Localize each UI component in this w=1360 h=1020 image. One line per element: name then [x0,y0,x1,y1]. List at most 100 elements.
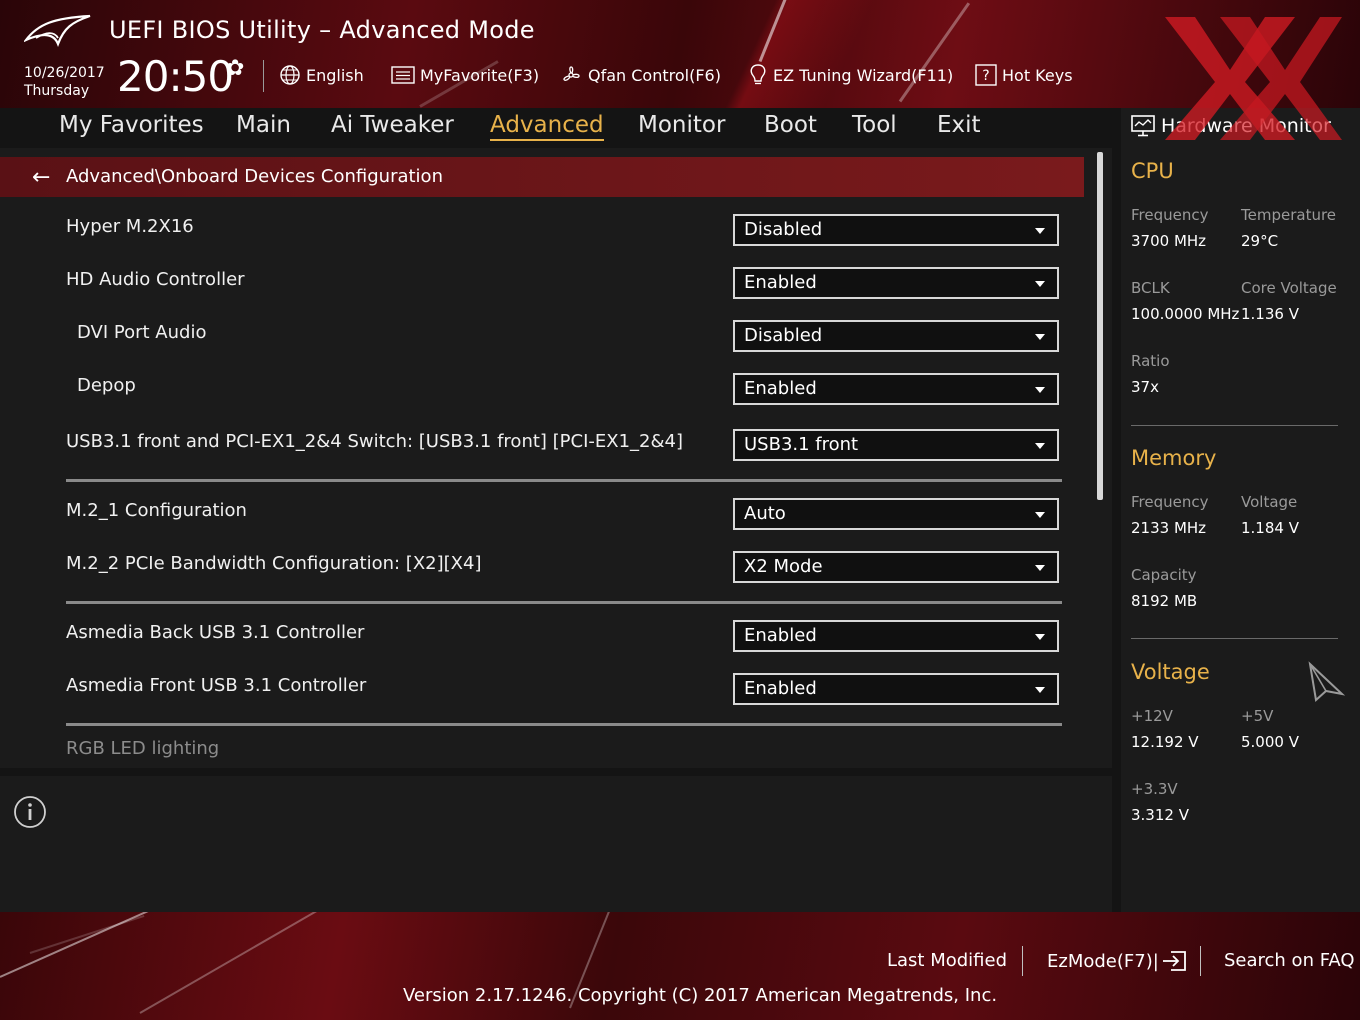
back-arrow-icon[interactable]: ← [32,165,50,190]
cpu-temperature-label: Temperature [1241,206,1337,224]
dropdown-asmedia-back-usb[interactable]: Enabled [733,620,1059,652]
voltage-heading: Voltage [1131,660,1210,684]
chevron-down-icon [1035,281,1045,287]
v12-label: +12V [1131,707,1173,725]
ezmode-label: EzMode(F7)| [1047,950,1159,972]
language-button[interactable]: English [279,62,364,88]
bclk-value: 100.0000 MHz [1131,305,1240,323]
dropdown-value: Enabled [744,625,817,646]
chevron-down-icon [1035,334,1045,340]
language-label: English [306,65,364,85]
dropdown-value: Enabled [744,678,817,699]
dropdown-value: Disabled [744,325,823,346]
chevron-down-icon [1035,387,1045,393]
dropdown-m2-1-config[interactable]: Auto [733,498,1059,530]
ez-tuning-button[interactable]: EZ Tuning Wizard(F11) [748,62,953,88]
hw-divider [1131,425,1338,426]
qfan-label: Qfan Control(F6) [588,65,721,85]
search-faq-button[interactable]: Search on FAQ [1224,950,1355,971]
section-divider [66,723,1062,726]
gear-icon[interactable]: ✿ [226,56,244,81]
weekday-text: Thursday [24,83,90,99]
svg-text:?: ? [982,68,989,84]
exit-arrow-icon [1162,951,1186,971]
lightbulb-icon [750,64,766,85]
setting-label-asmedia-back-usb: Asmedia Back USB 3.1 Controller [66,622,365,643]
header-divider [263,60,264,92]
help-panel [0,776,1112,912]
chevron-down-icon [1035,565,1045,571]
ezmode-button[interactable]: EzMode(F7)| [1047,950,1187,972]
list-icon [391,66,415,84]
footer-divider [1022,946,1023,976]
dropdown-usb31-switch[interactable]: USB3.1 front [733,429,1059,461]
mouse-cursor-icon [1308,661,1346,702]
capacity-label: Capacity [1131,566,1197,584]
chevron-down-icon [1035,512,1045,518]
tab-advanced[interactable]: Advanced [490,112,604,141]
ratio-label: Ratio [1131,352,1170,370]
mem-voltage-value: 1.184 V [1241,519,1299,537]
tab-my-favorites[interactable]: My Favorites [59,112,204,138]
mem-frequency-value: 2133 MHz [1131,519,1207,537]
chevron-down-icon [1035,228,1045,234]
tab-bar: My Favorites Main Ai Tweaker Advanced Mo… [0,108,1112,148]
hot-keys-label: Hot Keys [1002,65,1073,85]
v12-value: 12.192 V [1131,733,1199,751]
footer-divider [1200,946,1201,976]
hot-keys-button[interactable]: ? Hot Keys [975,62,1073,88]
tab-main[interactable]: Main [236,112,291,138]
section-divider [66,479,1062,482]
dropdown-hyper-m2x16[interactable]: Disabled [733,214,1059,246]
core-voltage-label: Core Voltage [1241,279,1337,297]
dropdown-hd-audio[interactable]: Enabled [733,267,1059,299]
dropdown-value: Disabled [744,219,823,240]
clock-display: 20:50 [117,52,234,101]
dropdown-value: USB3.1 front [744,434,859,455]
dropdown-value: Enabled [744,272,817,293]
core-voltage-value: 1.136 V [1241,305,1299,323]
mem-frequency-label: Frequency [1131,493,1209,511]
hardware-monitor-label: Hardware Monitor [1161,115,1331,137]
setting-label-usb31-switch: USB3.1 front and PCI-EX1_2&4 Switch: [US… [66,431,684,452]
v5-label: +5V [1241,707,1274,725]
info-icon [14,796,46,828]
tab-monitor[interactable]: Monitor [638,112,725,138]
page-title: UEFI BIOS Utility – Advanced Mode [109,16,535,44]
breadcrumb-path: Advanced\Onboard Devices Configuration [66,166,443,187]
date-text: 10/26/2017 [24,65,105,81]
tab-exit[interactable]: Exit [937,112,981,138]
breadcrumb: ← Advanced\Onboard Devices Configuration [0,157,1084,197]
tab-ai-tweaker[interactable]: Ai Tweaker [331,112,454,138]
ez-tuning-label: EZ Tuning Wizard(F11) [773,65,954,85]
dropdown-dvi-port-audio[interactable]: Disabled [733,320,1059,352]
dropdown-m2-2-bandwidth[interactable]: X2 Mode [733,551,1059,583]
tab-boot[interactable]: Boot [764,112,817,138]
setting-label-asmedia-front-usb: Asmedia Front USB 3.1 Controller [66,675,367,696]
scrollbar[interactable] [1097,152,1103,500]
setting-label-m2-2-bandwidth: M.2_2 PCIe Bandwidth Configuration: [X2]… [66,553,482,574]
myfavorite-label: MyFavorite(F3) [420,65,540,85]
cpu-temperature-value: 29°C [1241,232,1279,250]
chevron-down-icon [1035,687,1045,693]
rog-logo [24,14,91,48]
tab-tool[interactable]: Tool [852,112,897,138]
dropdown-depop[interactable]: Enabled [733,373,1059,405]
rgb-led-lighting-item[interactable]: RGB LED lighting [66,738,219,759]
section-divider [66,601,1062,604]
setting-label-m2-1-config: M.2_1 Configuration [66,500,247,521]
dropdown-value: Auto [744,503,786,524]
version-text: Version 2.17.1246. Copyright (C) 2017 Am… [403,985,998,1006]
myfavorite-button[interactable]: MyFavorite(F3) [391,62,539,88]
last-modified-button[interactable]: Last Modified [887,950,1007,971]
dropdown-asmedia-front-usb[interactable]: Enabled [733,673,1059,705]
date-display: 10/26/2017 Thursday [24,64,105,100]
chevron-down-icon [1035,634,1045,640]
setting-label-hd-audio: HD Audio Controller [66,269,245,290]
dropdown-value: X2 Mode [744,556,823,577]
fan-icon [563,66,580,81]
bclk-label: BCLK [1131,279,1170,297]
qfan-button[interactable]: Qfan Control(F6) [559,62,721,88]
ratio-value: 37x [1131,378,1159,396]
setting-label-depop: Depop [77,375,136,396]
